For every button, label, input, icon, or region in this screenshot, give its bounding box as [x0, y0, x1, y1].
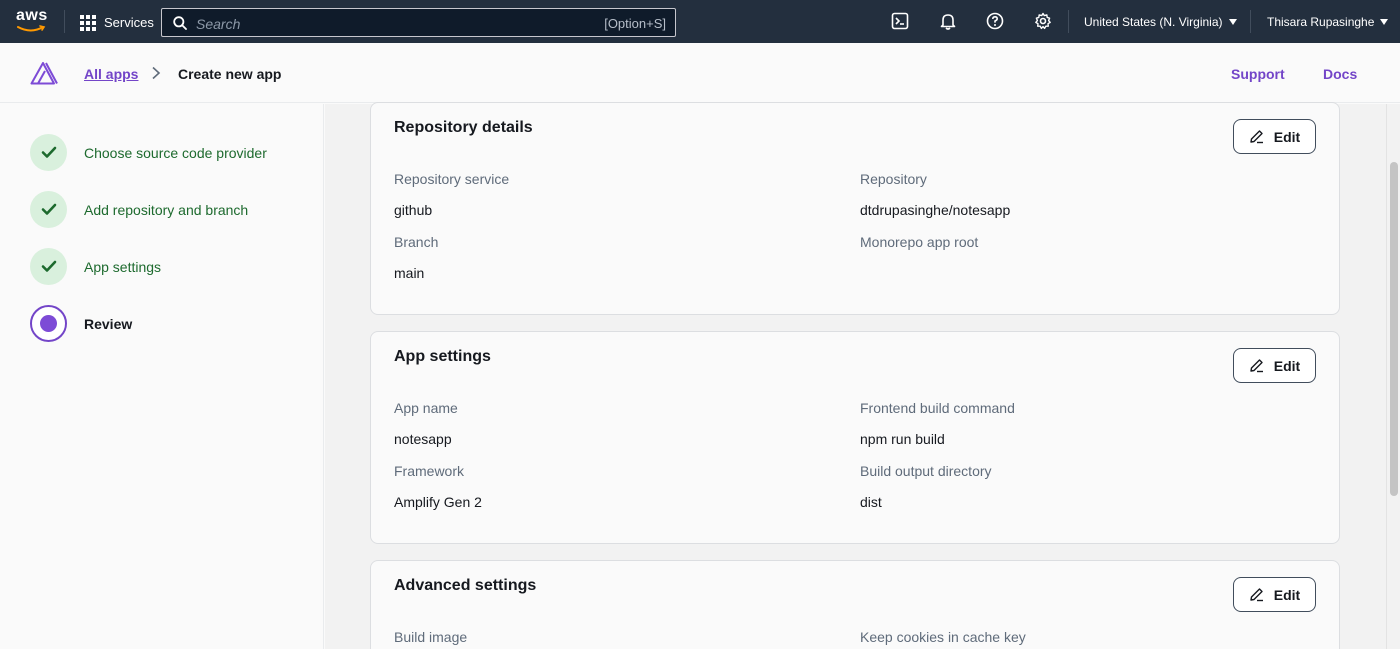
search-shortcut: [Option+S]	[604, 16, 666, 31]
nav-divider	[1068, 10, 1069, 33]
step-complete-indicator	[30, 191, 67, 228]
page-scrollbar[interactable]	[1386, 104, 1400, 649]
monorepo-root-label: Monorepo app root	[860, 234, 979, 250]
aws-logo-text: aws	[16, 7, 48, 24]
branch-label: Branch	[394, 234, 439, 250]
step-label: Add repository and branch	[84, 201, 249, 218]
app-name-label: App name	[394, 400, 458, 416]
review-content: Repository details Edit Repository servi…	[325, 102, 1386, 649]
scrollbar-thumb[interactable]	[1390, 162, 1398, 496]
app-settings-card: App settings Edit App name notesapp Fron…	[370, 331, 1340, 544]
caret-down-icon	[1380, 19, 1389, 25]
services-label: Services	[104, 15, 154, 30]
edit-repository-button[interactable]: Edit	[1233, 119, 1316, 154]
repository-service-value: github	[394, 202, 433, 218]
card-title: Advanced settings	[394, 577, 537, 594]
frontend-build-command-label: Frontend build command	[860, 400, 1015, 416]
build-image-label: Build image	[394, 629, 468, 645]
framework-label: Framework	[394, 463, 465, 479]
edit-app-settings-button[interactable]: Edit	[1233, 348, 1316, 383]
settings-icon[interactable]	[1034, 12, 1054, 32]
framework-value: Amplify Gen 2	[394, 494, 482, 510]
frontend-build-command-value: npm run build	[860, 431, 945, 447]
checkmark-icon	[41, 260, 56, 272]
step-label: Choose source code provider	[84, 144, 267, 161]
search-icon	[173, 16, 187, 30]
docs-link[interactable]: Docs	[1323, 66, 1357, 82]
repository-service-label: Repository service	[394, 171, 510, 187]
top-navigation: aws Services Search [Option+S] United St…	[0, 0, 1400, 43]
region-label: United States (N. Virginia)	[1084, 15, 1223, 29]
repository-label: Repository	[860, 171, 927, 187]
checkmark-icon	[41, 146, 56, 158]
build-output-directory-value: dist	[860, 494, 882, 510]
support-link[interactable]: Support	[1231, 66, 1285, 82]
aws-smile-icon	[17, 25, 46, 32]
step-current-indicator	[30, 305, 67, 342]
edit-label: Edit	[1273, 586, 1301, 603]
search-placeholder: Search	[196, 16, 241, 32]
step-review[interactable]: Review	[30, 305, 132, 342]
wizard-steps-sidebar: Choose source code provider Add reposito…	[0, 104, 324, 649]
step-add-repository[interactable]: Add repository and branch	[30, 191, 248, 228]
step-label: App settings	[84, 258, 162, 275]
step-app-settings[interactable]: App settings	[30, 248, 161, 285]
pencil-icon	[1250, 588, 1263, 602]
user-name: Thisara Rupasinghe	[1267, 15, 1375, 29]
branch-value: main	[394, 265, 425, 281]
edit-advanced-settings-button[interactable]: Edit	[1233, 577, 1316, 612]
checkmark-icon	[41, 203, 56, 215]
nav-divider	[64, 10, 65, 33]
bell-icon[interactable]	[939, 12, 959, 32]
breadcrumb-current: Create new app	[178, 66, 282, 82]
chevron-right-icon	[152, 66, 161, 80]
card-title: Repository details	[394, 119, 533, 136]
user-menu[interactable]: Thisara Rupasinghe	[1267, 15, 1389, 29]
cloudshell-icon[interactable]	[891, 12, 911, 32]
app-header: All apps Create new app Support Docs	[0, 43, 1400, 103]
grid-icon	[80, 14, 96, 31]
step-complete-indicator	[30, 248, 67, 285]
edit-label: Edit	[1273, 357, 1301, 374]
repository-value: dtdrupasinghe/notesapp	[860, 202, 1011, 218]
edit-label: Edit	[1273, 128, 1301, 145]
step-choose-source[interactable]: Choose source code provider	[30, 134, 267, 171]
keep-cookies-label: Keep cookies in cache key	[860, 629, 1026, 645]
aws-logo[interactable]: aws	[16, 7, 48, 35]
advanced-settings-card: Advanced settings Edit Build image Keep …	[370, 560, 1340, 649]
breadcrumb-all-apps-link[interactable]: All apps	[84, 66, 138, 82]
pencil-icon	[1250, 359, 1263, 373]
caret-down-icon	[1228, 19, 1237, 25]
amplify-logo-icon[interactable]	[30, 62, 58, 85]
search-input[interactable]: Search [Option+S]	[161, 8, 676, 37]
services-menu-button[interactable]: Services	[80, 14, 154, 31]
step-complete-indicator	[30, 134, 67, 171]
app-name-value: notesapp	[394, 431, 452, 447]
pencil-icon	[1250, 130, 1263, 144]
card-title: App settings	[394, 348, 491, 365]
step-label: Review	[84, 315, 133, 332]
repository-details-card: Repository details Edit Repository servi…	[370, 102, 1340, 315]
build-output-directory-label: Build output directory	[860, 463, 992, 479]
region-selector[interactable]: United States (N. Virginia)	[1084, 15, 1237, 29]
nav-divider	[1250, 10, 1251, 33]
help-icon[interactable]	[986, 12, 1006, 32]
